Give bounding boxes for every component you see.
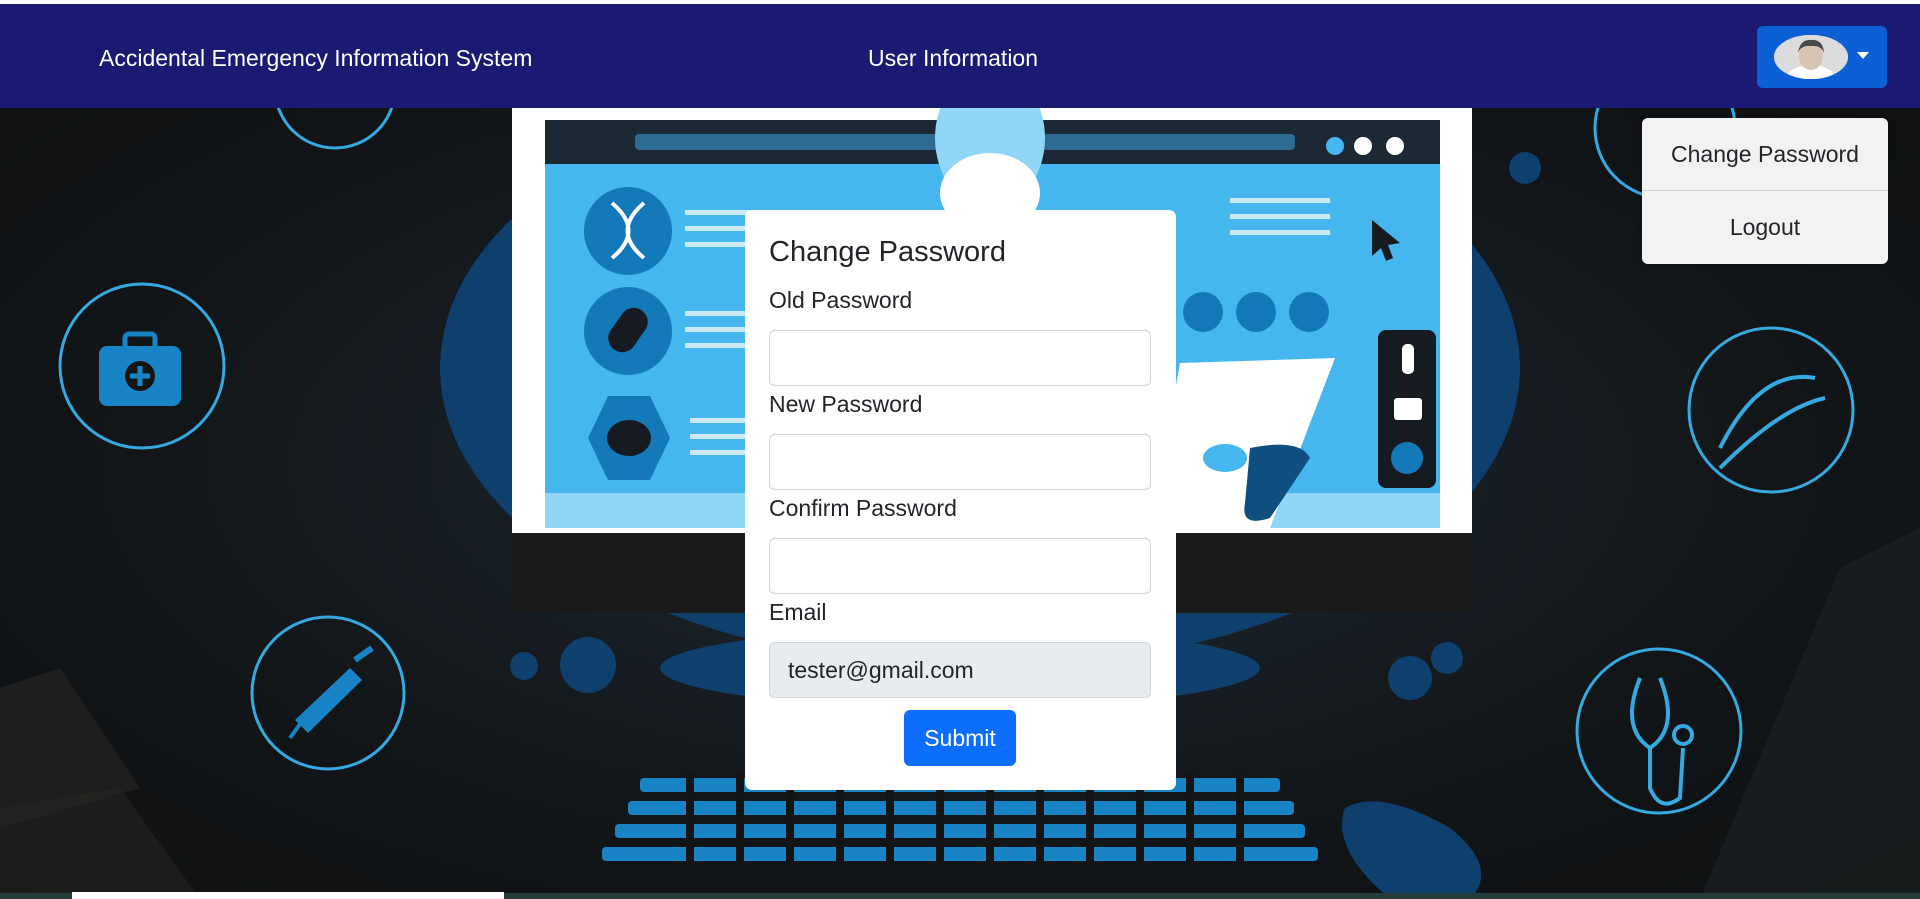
old-password-input[interactable] bbox=[769, 330, 1151, 386]
menu-item-change-password[interactable]: Change Password bbox=[1642, 118, 1888, 190]
top-navbar: Accidental Emergency Information System … bbox=[0, 4, 1920, 108]
change-password-card: Change Password Old Password New Passwor… bbox=[745, 210, 1176, 790]
email-label: Email bbox=[769, 599, 827, 625]
new-password-input[interactable] bbox=[769, 434, 1151, 490]
new-password-label: New Password bbox=[769, 391, 923, 417]
confirm-password-input[interactable] bbox=[769, 538, 1151, 594]
taskbar-preview bbox=[72, 892, 504, 899]
user-avatar-icon bbox=[1774, 35, 1848, 79]
submit-button[interactable]: Submit bbox=[904, 710, 1016, 766]
form-title: Change Password bbox=[769, 236, 1006, 268]
caret-down-icon bbox=[1857, 52, 1869, 59]
user-dropdown-menu: Change Password Logout bbox=[1642, 118, 1888, 264]
email-input[interactable] bbox=[769, 642, 1151, 698]
brand-title[interactable]: Accidental Emergency Information System bbox=[99, 45, 532, 72]
user-menu-toggle[interactable] bbox=[1757, 26, 1887, 88]
confirm-password-label: Confirm Password bbox=[769, 495, 957, 521]
nav-link-user-information[interactable]: User Information bbox=[868, 45, 1038, 72]
menu-item-logout[interactable]: Logout bbox=[1642, 191, 1888, 263]
old-password-label: Old Password bbox=[769, 287, 913, 313]
